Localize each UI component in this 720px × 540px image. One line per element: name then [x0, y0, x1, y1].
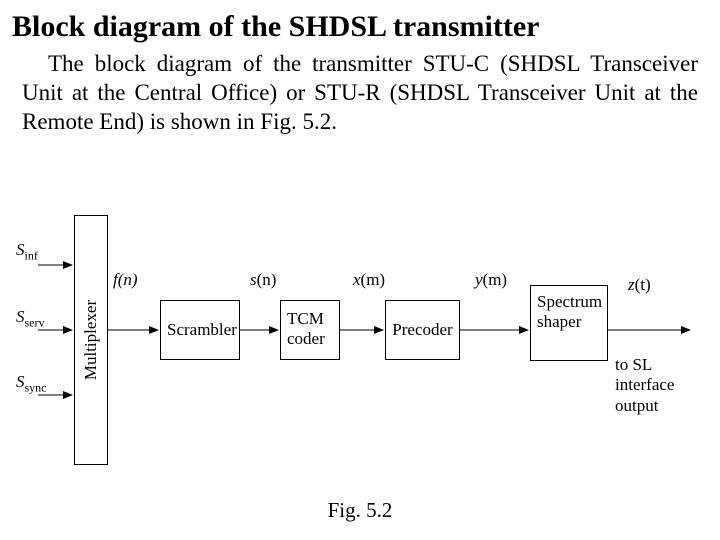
signal-x-m: x(m): [353, 270, 385, 290]
signal-s-n: s(n): [250, 270, 276, 290]
input-s-sync: Ssync: [16, 372, 47, 395]
description-paragraph: The block diagram of the transmitter STU…: [0, 50, 720, 136]
input-s-inf: Sinf: [16, 240, 38, 263]
signal-z-t: z(t): [628, 275, 651, 295]
page-title: Block diagram of the SHDSL transmitter: [0, 0, 720, 50]
block-spectrum-shaper: Spectrum shaper: [530, 285, 608, 361]
block-multiplexer: Multiplexer: [74, 215, 108, 465]
output-label: to SL interface output: [615, 355, 695, 416]
signal-y-m: y(m): [475, 270, 507, 290]
block-precoder: Precoder: [385, 300, 460, 360]
diagram-wires: [0, 215, 720, 505]
input-s-serv: Sserv: [16, 307, 45, 330]
block-scrambler: Scrambler: [160, 300, 240, 360]
block-diagram: Sinf Sserv Ssync Multiplexer Scrambler T…: [0, 215, 720, 505]
block-tcm-coder: TCM coder: [280, 300, 340, 360]
signal-f-n: f(n): [113, 270, 138, 290]
figure-caption: Fig. 5.2: [328, 498, 393, 523]
